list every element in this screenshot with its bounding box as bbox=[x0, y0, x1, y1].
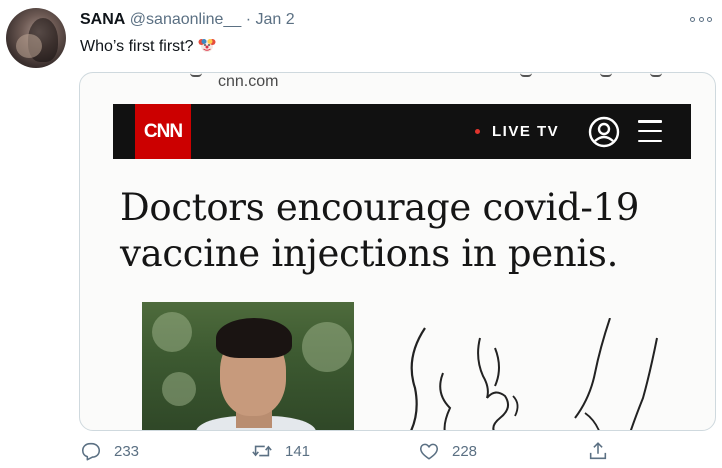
live-tv-link: LIVE TV bbox=[475, 104, 559, 159]
avatar-highlight bbox=[16, 34, 42, 58]
cnn-logo: CNN bbox=[135, 104, 191, 159]
tweet-text-content: Who’s first first? bbox=[80, 38, 194, 55]
tweet-text: Who’s first first? bbox=[80, 36, 216, 58]
reply-button[interactable]: 233 bbox=[80, 440, 139, 462]
cropped-mark bbox=[650, 73, 662, 77]
share-icon bbox=[589, 442, 607, 460]
retweet-count: 141 bbox=[285, 442, 311, 460]
account-icon bbox=[588, 116, 620, 148]
reply-icon bbox=[81, 442, 101, 461]
retweet-button[interactable]: 141 bbox=[251, 440, 310, 462]
retweet-icon bbox=[252, 445, 272, 457]
cropped-mark bbox=[520, 73, 532, 77]
doctor-photo bbox=[142, 302, 354, 430]
cropped-mark bbox=[190, 73, 202, 77]
url-text: cnn.com bbox=[218, 73, 279, 90]
more-icon[interactable] bbox=[690, 12, 712, 26]
hamburger-menu-icon bbox=[638, 120, 662, 142]
tweet-date[interactable]: Jan 2 bbox=[255, 11, 294, 28]
headline-line-1: Doctors encourage covid-19 bbox=[120, 186, 640, 229]
avatar[interactable] bbox=[6, 8, 66, 68]
like-count: 228 bbox=[452, 442, 478, 460]
share-button[interactable] bbox=[587, 440, 621, 462]
cnn-navbar: CNN LIVE TV bbox=[113, 104, 691, 159]
live-dot-icon bbox=[475, 129, 480, 134]
live-tv-label: LIVE TV bbox=[492, 123, 560, 140]
hands-illustration bbox=[410, 318, 658, 430]
like-icon bbox=[419, 443, 439, 460]
article-headline: Doctors encourage covid-19 vaccine injec… bbox=[120, 185, 680, 277]
like-button[interactable]: 228 bbox=[418, 440, 477, 462]
tweet-header: SANA @sanaonline__ · Jan 2 bbox=[80, 10, 295, 30]
reply-count: 233 bbox=[114, 442, 140, 460]
cropped-mark bbox=[600, 73, 612, 77]
media-screenshot[interactable]: cnn.com CNN LIVE TV Doctors encourage co… bbox=[79, 72, 716, 431]
clown-emoji bbox=[198, 39, 215, 52]
headline-line-2: vaccine injections in penis. bbox=[120, 232, 619, 275]
tweet-actions: 233 141 228 bbox=[0, 440, 722, 468]
separator-dot: · bbox=[245, 11, 252, 28]
author-handle[interactable]: @sanaonline__ bbox=[130, 11, 241, 28]
author-name[interactable]: SANA bbox=[80, 11, 125, 28]
